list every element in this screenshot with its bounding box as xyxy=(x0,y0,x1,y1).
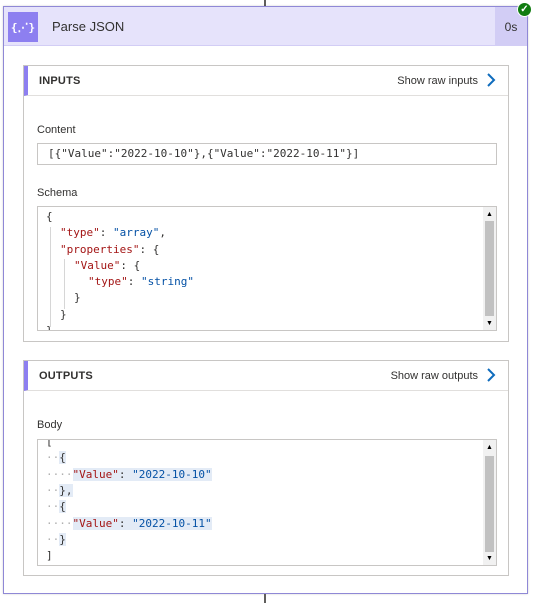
data-operation-icon: {⋰} xyxy=(8,12,38,42)
body-line: [ xyxy=(46,439,53,448)
schema-code-editor[interactable]: { "type": "array", "properties": { "Valu… xyxy=(37,206,497,331)
schema-line: } xyxy=(74,291,81,304)
body-line: ····"Value": "2022-10-10" xyxy=(46,468,212,481)
show-raw-inputs-link[interactable]: Show raw inputs xyxy=(397,75,478,87)
action-header[interactable]: {⋰} Parse JSON 0s xyxy=(4,7,527,46)
body-code-viewer[interactable]: [ ··{ ····"Value": "2022-10-10" ··}, ··{… xyxy=(37,439,497,566)
scroll-up-arrow-icon[interactable]: ▲ xyxy=(483,207,496,221)
scroll-down-arrow-icon[interactable]: ▼ xyxy=(483,316,496,330)
outputs-section: OUTPUTS Show raw outputs Body [ ··{ ····… xyxy=(23,360,509,576)
body-line: ··{ xyxy=(46,500,66,513)
action-title: Parse JSON xyxy=(52,19,125,34)
schema-line: { xyxy=(46,210,53,223)
body-scrollbar[interactable]: ▲ ▼ xyxy=(483,440,496,565)
body-label: Body xyxy=(37,419,63,431)
chevron-right-icon[interactable] xyxy=(484,367,498,383)
parse-json-action-card: {⋰} Parse JSON 0s ✓ INPUTS Show raw inpu… xyxy=(3,2,532,594)
body-line: ] xyxy=(46,549,53,562)
schema-line: "properties": { xyxy=(60,243,160,256)
schema-line: "Value": { xyxy=(74,259,141,272)
body-line: ··}, xyxy=(46,484,73,497)
flow-connector-bottom xyxy=(264,594,266,603)
inputs-section-header: INPUTS Show raw inputs xyxy=(24,66,508,96)
inputs-section: INPUTS Show raw inputs Content [{"Value"… xyxy=(23,65,509,342)
scroll-thumb[interactable] xyxy=(485,221,494,316)
schema-line: } xyxy=(60,308,67,321)
schema-scrollbar[interactable]: ▲ ▼ xyxy=(483,207,496,330)
outputs-section-title: OUTPUTS xyxy=(39,370,93,382)
outputs-section-header: OUTPUTS Show raw outputs xyxy=(24,361,508,391)
scroll-thumb[interactable] xyxy=(485,456,494,552)
chevron-right-icon[interactable] xyxy=(484,72,498,88)
body-line: ··} xyxy=(46,533,66,546)
indent-guide xyxy=(64,259,65,309)
schema-line: } xyxy=(46,324,53,331)
schema-line: "type": "string" xyxy=(88,275,194,288)
content-label: Content xyxy=(37,124,76,136)
inputs-section-title: INPUTS xyxy=(39,75,81,87)
schema-line: "type": "array", xyxy=(60,226,166,239)
show-raw-outputs-link[interactable]: Show raw outputs xyxy=(391,370,478,382)
scroll-up-arrow-icon[interactable]: ▲ xyxy=(483,440,496,454)
schema-label: Schema xyxy=(37,187,78,199)
scroll-down-arrow-icon[interactable]: ▼ xyxy=(483,551,496,565)
content-value-field[interactable]: [{"Value":"2022-10-10"},{"Value":"2022-1… xyxy=(37,143,497,165)
check-circle-icon: ✓ xyxy=(517,2,532,17)
body-line: ····"Value": "2022-10-11" xyxy=(46,517,212,530)
indent-guide xyxy=(50,227,51,327)
body-line: ··{ xyxy=(46,451,66,464)
